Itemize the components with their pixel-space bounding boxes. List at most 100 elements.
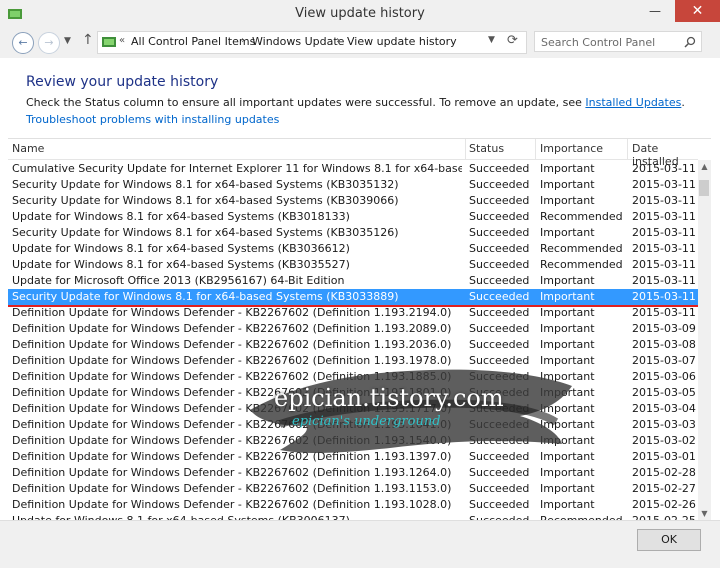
cell-importance: Important bbox=[540, 450, 595, 463]
table-row[interactable]: Definition Update for Windows Defender -… bbox=[8, 305, 698, 321]
address-dropdown-icon[interactable]: ▼ bbox=[488, 35, 495, 45]
cell-date-installed: 2015-03-11 bbox=[632, 290, 696, 303]
update-history-list[interactable]: Name Status Importance Date installed Cu… bbox=[8, 138, 711, 520]
table-row[interactable]: Update for Windows 8.1 for x64-based Sys… bbox=[8, 209, 698, 225]
cell-date-installed: 2015-03-09 bbox=[632, 322, 696, 335]
table-row[interactable]: Update for Microsoft Office 2013 (KB2956… bbox=[8, 273, 698, 289]
table-row[interactable]: Update for Windows 8.1 for x64-based Sys… bbox=[8, 513, 698, 520]
breadcrumb-overflow-icon[interactable]: « bbox=[119, 35, 125, 46]
column-divider[interactable] bbox=[465, 139, 466, 159]
table-row[interactable]: Definition Update for Windows Defender -… bbox=[8, 433, 698, 449]
address-bar[interactable]: « All Control Panel Items › Windows Upda… bbox=[97, 31, 527, 54]
breadcrumb-windows-update[interactable]: Windows Update bbox=[252, 35, 344, 48]
cell-status: Succeeded bbox=[469, 370, 530, 383]
cell-importance: Important bbox=[540, 306, 595, 319]
cell-status: Succeeded bbox=[469, 242, 530, 255]
cell-status: Succeeded bbox=[469, 226, 530, 239]
cell-importance: Recommended bbox=[540, 258, 623, 271]
column-header-name[interactable]: Name bbox=[12, 142, 44, 155]
table-row[interactable]: Update for Windows 8.1 for x64-based Sys… bbox=[8, 257, 698, 273]
dialog-footer: OK bbox=[0, 520, 720, 568]
scroll-up-icon[interactable]: ▲ bbox=[698, 160, 711, 173]
cell-status: Succeeded bbox=[469, 194, 530, 207]
control-panel-icon bbox=[102, 37, 116, 47]
breadcrumb-separator-icon[interactable]: › bbox=[241, 35, 245, 46]
search-icon[interactable] bbox=[684, 36, 696, 48]
page-title: Review your update history bbox=[26, 74, 219, 90]
recent-locations-dropdown-icon[interactable]: ▼ bbox=[64, 36, 71, 46]
minimize-button[interactable]: — bbox=[640, 0, 670, 22]
table-row[interactable]: Security Update for Windows 8.1 for x64-… bbox=[8, 289, 698, 307]
table-row[interactable]: Definition Update for Windows Defender -… bbox=[8, 465, 698, 481]
breadcrumb-separator-icon[interactable]: › bbox=[336, 35, 340, 46]
cell-importance: Important bbox=[540, 162, 595, 175]
cell-name: Definition Update for Windows Defender -… bbox=[12, 450, 452, 463]
cell-date-installed: 2015-03-06 bbox=[632, 370, 696, 383]
forward-button[interactable]: → bbox=[38, 32, 60, 54]
cell-date-installed: 2015-03-11 bbox=[632, 194, 696, 207]
table-row[interactable]: Security Update for Windows 8.1 for x64-… bbox=[8, 177, 698, 193]
cell-importance: Important bbox=[540, 418, 595, 431]
up-arrow-icon[interactable]: ↑ bbox=[82, 32, 94, 48]
cell-name: Definition Update for Windows Defender -… bbox=[12, 370, 452, 383]
close-button[interactable]: ✕ bbox=[675, 0, 720, 22]
search-input[interactable]: Search Control Panel bbox=[534, 31, 702, 52]
window-title: View update history bbox=[295, 6, 425, 21]
cell-importance: Important bbox=[540, 290, 595, 303]
table-row[interactable]: Definition Update for Windows Defender -… bbox=[8, 449, 698, 465]
cell-status: Succeeded bbox=[469, 434, 530, 447]
breadcrumb-all-control-panel-items[interactable]: All Control Panel Items bbox=[131, 35, 255, 48]
cell-name: Definition Update for Windows Defender -… bbox=[12, 466, 452, 479]
installed-updates-link[interactable]: Installed Updates bbox=[585, 96, 681, 109]
cell-date-installed: 2015-03-03 bbox=[632, 418, 696, 431]
list-rows: Cumulative Security Update for Internet … bbox=[8, 161, 698, 520]
cell-status: Succeeded bbox=[469, 450, 530, 463]
ok-button[interactable]: OK bbox=[637, 529, 701, 551]
table-row[interactable]: Definition Update for Windows Defender -… bbox=[8, 353, 698, 369]
cell-date-installed: 2015-03-11 bbox=[632, 258, 696, 271]
troubleshoot-link[interactable]: Troubleshoot problems with installing up… bbox=[26, 113, 279, 126]
table-row[interactable]: Definition Update for Windows Defender -… bbox=[8, 481, 698, 497]
cell-importance: Important bbox=[540, 434, 595, 447]
column-divider[interactable] bbox=[535, 139, 536, 159]
cell-name: Cumulative Security Update for Internet … bbox=[12, 162, 462, 175]
scroll-down-icon[interactable]: ▼ bbox=[698, 507, 711, 520]
table-row[interactable]: Definition Update for Windows Defender -… bbox=[8, 497, 698, 513]
table-row[interactable]: Security Update for Windows 8.1 for x64-… bbox=[8, 225, 698, 241]
table-row[interactable]: Update for Windows 8.1 for x64-based Sys… bbox=[8, 241, 698, 257]
cell-date-installed: 2015-02-27 bbox=[632, 482, 696, 495]
scrollbar-thumb[interactable] bbox=[699, 180, 709, 196]
back-button[interactable]: ← bbox=[12, 32, 34, 54]
cell-status: Succeeded bbox=[469, 338, 530, 351]
column-header-status[interactable]: Status bbox=[469, 142, 504, 155]
cell-importance: Important bbox=[540, 338, 595, 351]
cell-date-installed: 2015-02-28 bbox=[632, 466, 696, 479]
cell-name: Update for Windows 8.1 for x64-based Sys… bbox=[12, 210, 350, 223]
cell-date-installed: 2015-03-11 bbox=[632, 306, 696, 319]
cell-status: Succeeded bbox=[469, 178, 530, 191]
instruction-text: Check the Status column to ensure all im… bbox=[26, 96, 685, 109]
cell-status: Succeeded bbox=[469, 418, 530, 431]
cell-name: Definition Update for Windows Defender -… bbox=[12, 306, 452, 319]
table-row[interactable]: Definition Update for Windows Defender -… bbox=[8, 369, 698, 385]
breadcrumb-view-update-history[interactable]: View update history bbox=[347, 35, 457, 48]
instruction-end: . bbox=[681, 96, 685, 109]
cell-importance: Important bbox=[540, 274, 595, 287]
table-row[interactable]: Definition Update for Windows Defender -… bbox=[8, 337, 698, 353]
refresh-icon[interactable]: ⟳ bbox=[507, 33, 518, 48]
table-row[interactable]: Cumulative Security Update for Internet … bbox=[8, 161, 698, 177]
cell-status: Succeeded bbox=[469, 290, 530, 303]
cell-name: Definition Update for Windows Defender -… bbox=[12, 434, 452, 447]
column-header-importance[interactable]: Importance bbox=[540, 142, 603, 155]
vertical-scrollbar[interactable]: ▲ ▼ bbox=[698, 160, 711, 520]
cell-importance: Important bbox=[540, 178, 595, 191]
table-row[interactable]: Security Update for Windows 8.1 for x64-… bbox=[8, 193, 698, 209]
column-divider[interactable] bbox=[627, 139, 628, 159]
cell-status: Succeeded bbox=[469, 210, 530, 223]
cell-importance: Important bbox=[540, 402, 595, 415]
cell-name: Definition Update for Windows Defender -… bbox=[12, 482, 452, 495]
cell-date-installed: 2015-03-05 bbox=[632, 386, 696, 399]
table-row[interactable]: Definition Update for Windows Defender -… bbox=[8, 321, 698, 337]
cell-importance: Important bbox=[540, 466, 595, 479]
cell-name: Security Update for Windows 8.1 for x64-… bbox=[12, 194, 399, 207]
